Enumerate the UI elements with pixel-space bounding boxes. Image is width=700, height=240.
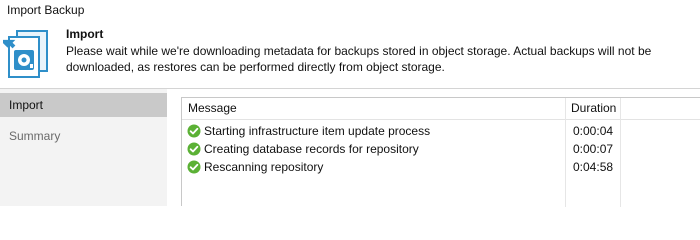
sidebar-item-import[interactable]: Import	[0, 93, 167, 117]
log-message: Starting infrastructure item update proc…	[204, 124, 431, 138]
header-description: Please wait while we're downloading meta…	[66, 44, 652, 74]
success-check-icon	[187, 160, 201, 174]
window-titlebar: Import Backup	[0, 0, 700, 20]
import-log-grid[interactable]: Message Duration Starting infrastructure…	[181, 97, 700, 207]
success-check-icon	[187, 124, 201, 138]
column-header-duration[interactable]: Duration	[571, 98, 616, 119]
import-backup-icon	[0, 28, 51, 80]
log-duration: 0:00:07	[573, 142, 614, 156]
column-header-message[interactable]: Message	[188, 98, 237, 119]
window-title: Import Backup	[7, 3, 85, 17]
wizard-header: Import Please wait while we're downloadi…	[0, 20, 700, 88]
grid-header: Message Duration	[182, 98, 700, 120]
log-duration: 0:00:04	[573, 124, 614, 138]
log-message: Creating database records for repository	[204, 142, 419, 156]
log-row[interactable]: Rescanning repository 0:04:58	[182, 158, 700, 176]
sidebar-item-summary[interactable]: Summary	[0, 124, 167, 148]
log-duration: 0:04:58	[573, 160, 614, 174]
header-title: Import	[66, 27, 104, 41]
wizard-steps-sidebar: Import Summary	[0, 89, 167, 206]
log-row[interactable]: Starting infrastructure item update proc…	[182, 122, 700, 140]
success-check-icon	[187, 142, 201, 156]
log-row[interactable]: Creating database records for repository…	[182, 140, 700, 158]
log-message: Rescanning repository	[204, 160, 324, 174]
